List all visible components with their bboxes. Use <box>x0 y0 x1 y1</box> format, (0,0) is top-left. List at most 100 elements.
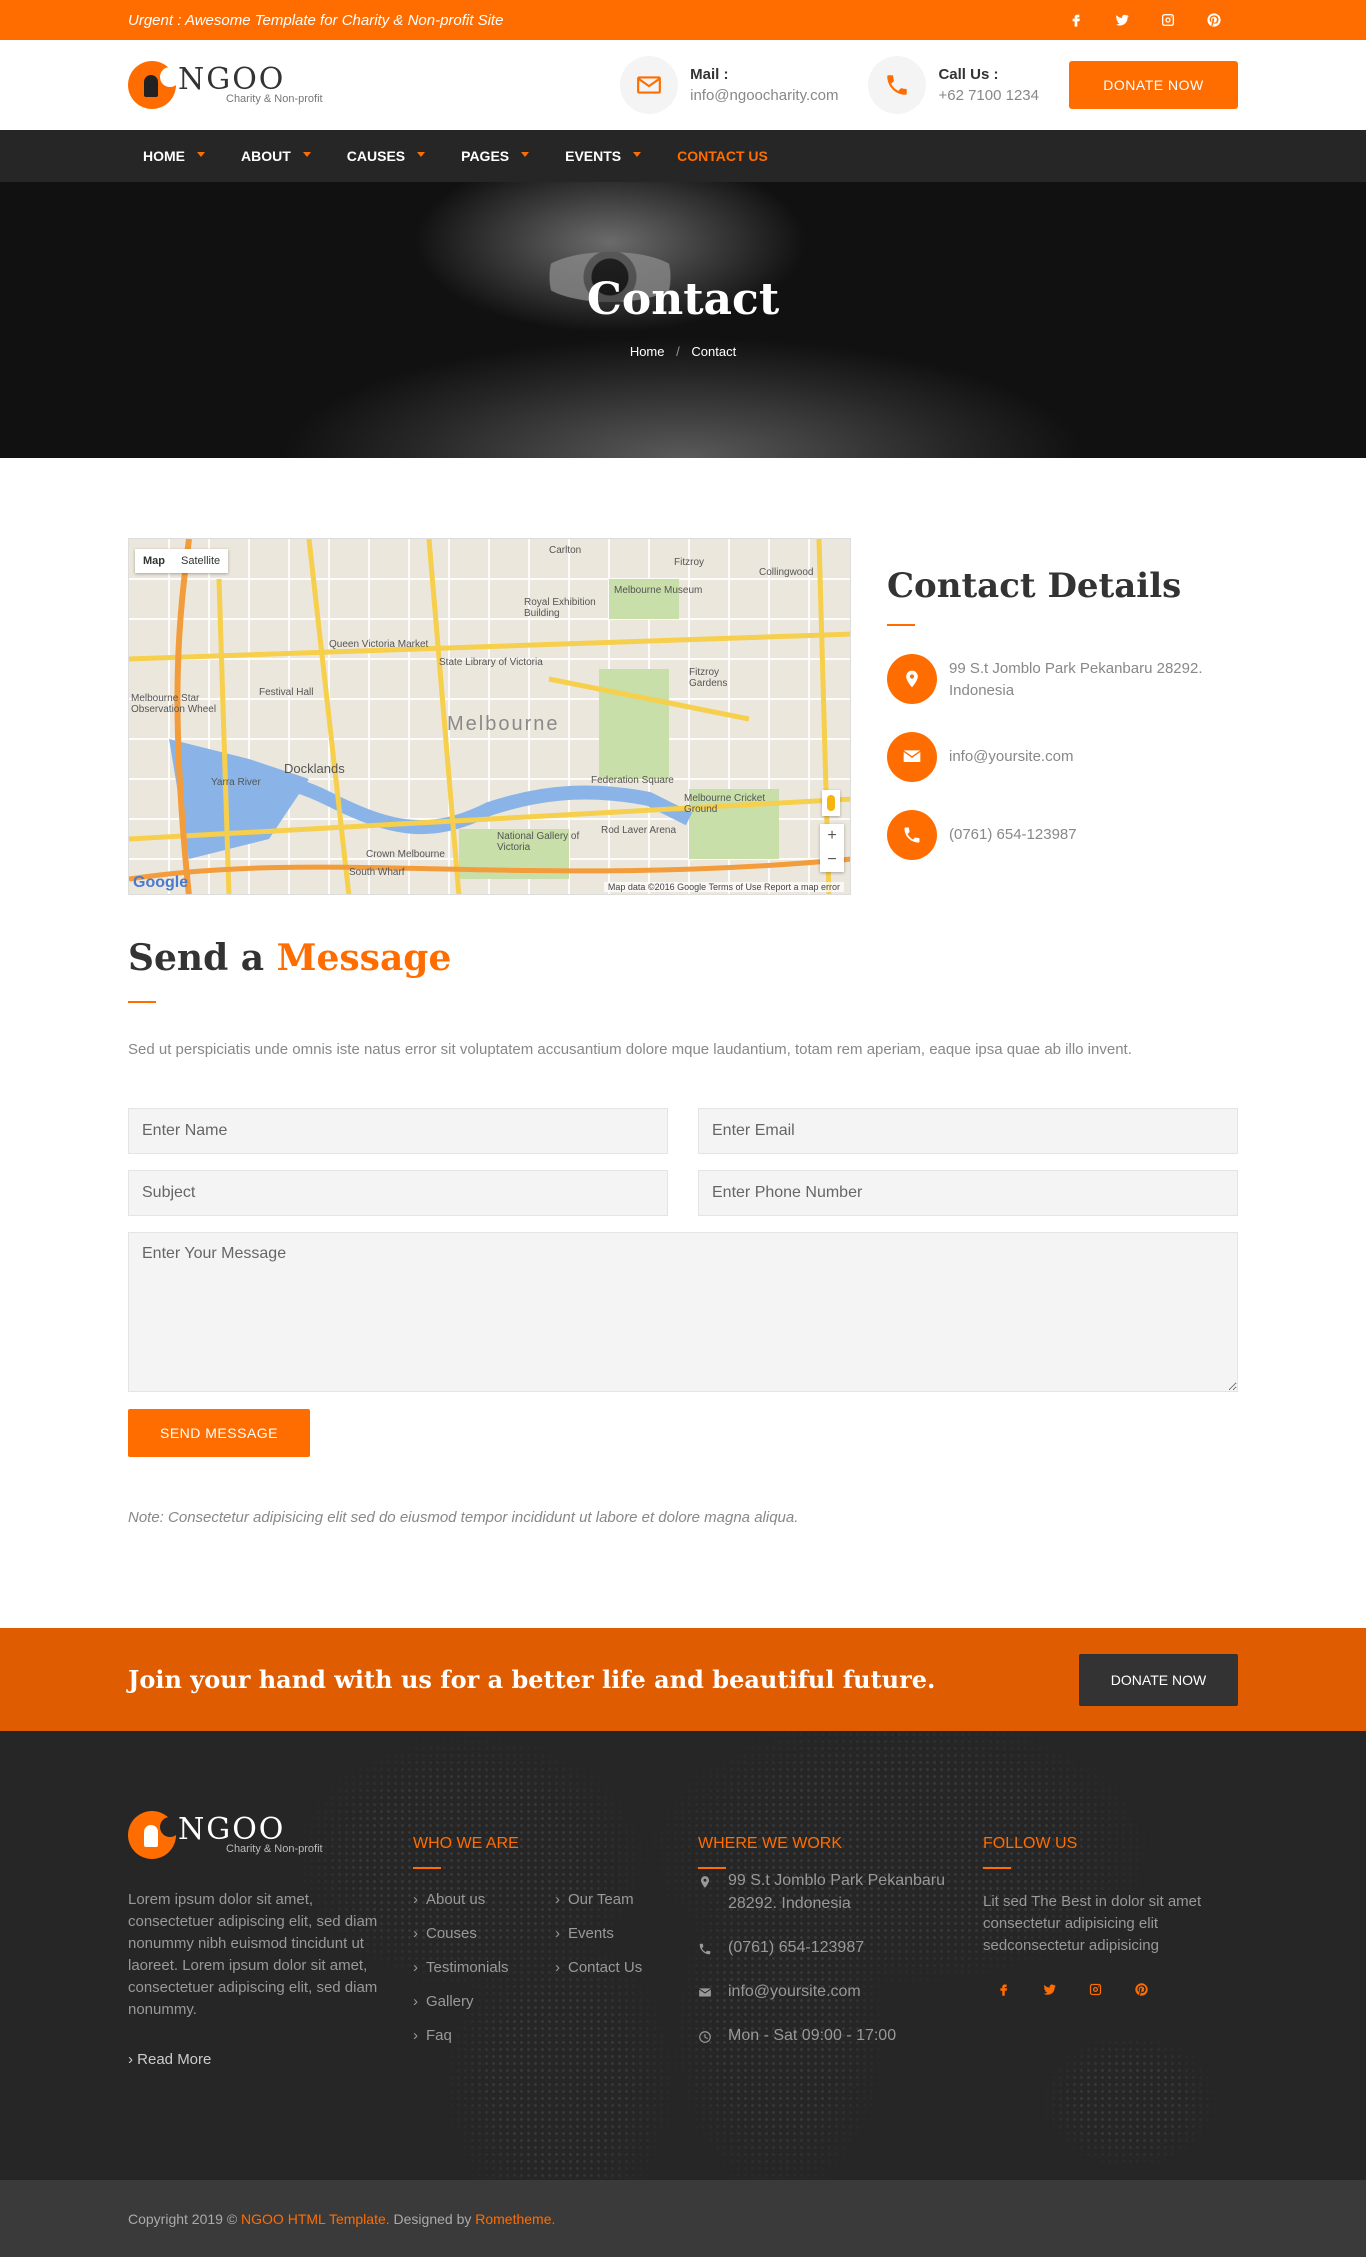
instagram-icon[interactable] <box>1156 8 1180 32</box>
map-label: Royal Exhibition Building <box>524 597 596 619</box>
logo-mark-icon <box>128 61 180 109</box>
breadcrumb: Home / Contact <box>629 344 737 359</box>
cta-text: Join your hand with us for a better life… <box>128 1665 936 1694</box>
send-message-button[interactable]: SEND MESSAGE <box>128 1409 310 1457</box>
brand-name: NGOO <box>178 62 286 97</box>
title-underline <box>887 624 915 626</box>
page-title: Contact <box>586 274 780 325</box>
zoom-out-button[interactable]: − <box>820 848 844 872</box>
caret-down-icon <box>197 151 205 157</box>
map-tab-satellite[interactable]: Satellite <box>173 549 228 573</box>
page-banner: Contact Home / Contact <box>0 182 1366 458</box>
phone-input[interactable] <box>698 1170 1238 1216</box>
map-attribution[interactable]: Map data ©2016 Google Terms of Use Repor… <box>603 882 844 892</box>
facebook-icon[interactable] <box>1064 8 1088 32</box>
designed-by-text: Designed by <box>393 2210 472 2227</box>
breadcrumb-home[interactable]: Home <box>630 344 665 359</box>
map-label: Fitzroy <box>674 557 704 568</box>
pinterest-icon[interactable] <box>1129 1977 1153 2001</box>
contact-email: info@yoursite.com <box>887 732 1238 782</box>
caret-down-icon <box>302 151 311 157</box>
map-label: Crown Melbourne <box>366 849 445 860</box>
footer-link-gallery[interactable]: Gallery <box>413 1993 555 2010</box>
map-label: Festival Hall <box>259 687 314 698</box>
send-message-section: Send a Message Sed ut perspiciatis unde … <box>128 937 1238 1526</box>
map-label: Docklands <box>284 761 345 776</box>
footer-link-about-us[interactable]: About us <box>413 1891 555 1908</box>
footer-link-contact-us[interactable]: Contact Us <box>555 1959 697 1976</box>
read-more-link[interactable]: › Read More <box>128 2051 413 2068</box>
follow-us-heading: FOLLOW US <box>983 1835 1078 1852</box>
cta-donate-button[interactable]: DONATE NOW <box>1079 1653 1238 1706</box>
send-message-title: Send a Message <box>128 937 452 979</box>
site-logo[interactable]: NGOO Charity & Non-profit <box>128 61 323 109</box>
map-label: Federation Square <box>591 775 674 786</box>
footer-link-testimonials[interactable]: Testimonials <box>413 1959 555 1976</box>
footer-logo[interactable]: NGOO Charity & Non-profit <box>128 1811 413 1859</box>
footer-links: About us Couses Testimonials Gallery Faq… <box>413 1891 698 2061</box>
site-header: NGOO Charity & Non-profit Mail : info@ng… <box>0 40 1366 130</box>
footer-link-events[interactable]: Events <box>555 1925 697 1942</box>
map-marker-icon <box>698 1873 712 1887</box>
google-logo: Google <box>133 874 189 891</box>
zoom-in-button[interactable]: + <box>820 824 844 848</box>
map-label: Rod Laver Arena <box>601 825 677 836</box>
mail-icon <box>620 56 679 114</box>
map-city-label: Melbourne <box>447 713 560 735</box>
instagram-icon[interactable] <box>1083 1977 1107 2001</box>
message-textarea[interactable] <box>128 1232 1238 1392</box>
contact-address: 99 S.t Jomblo Park Pekanbaru 28292. Indo… <box>887 654 1238 704</box>
template-link[interactable]: NGOO HTML Template. <box>241 2211 390 2227</box>
map-label: Queen Victoria Market <box>329 639 429 650</box>
footer-brand-tagline: Charity & Non-profit <box>226 1843 323 1855</box>
contact-form: SEND MESSAGE <box>128 1108 1238 1457</box>
footer-social-links <box>991 1977 1238 2001</box>
google-map[interactable]: Map Satellite Melbourne Carlton Fitzroy … <box>128 538 851 895</box>
twitter-icon[interactable] <box>1110 8 1134 32</box>
envelope-icon <box>698 1984 712 1998</box>
follow-us-text: Lit sed The Best in dolor sit amet conse… <box>983 1893 1202 1954</box>
footer-link-faq[interactable]: Faq <box>413 2027 555 2044</box>
clock-icon <box>698 2028 712 2042</box>
copyright-text: Copyright 2019 © <box>128 2210 238 2227</box>
street-view-icon[interactable] <box>822 790 840 816</box>
footer-email: info@yoursite.com <box>698 1980 983 2003</box>
footer-hours: Mon - Sat 09:00 - 17:00 <box>698 2024 983 2047</box>
subject-input[interactable] <box>128 1170 668 1216</box>
nav-item-causes[interactable]: CAUSES <box>347 148 426 164</box>
nav-item-about[interactable]: ABOUT <box>241 148 311 164</box>
footer-phone: (0761) 654-123987 <box>698 1936 983 1959</box>
heading-underline <box>413 1867 441 1869</box>
nav-item-home[interactable]: HOME <box>143 148 205 164</box>
nav-item-pages[interactable]: PAGES <box>461 148 530 164</box>
map-label: National Gallery of Victoria <box>497 831 580 853</box>
contact-phone: (0761) 654-123987 <box>887 810 1238 860</box>
map-label: Carlton <box>549 545 582 556</box>
cta-banner: Join your hand with us for a better life… <box>0 1628 1366 1731</box>
facebook-icon[interactable] <box>991 1977 1015 2001</box>
map-label: State Library of Victoria <box>439 657 543 668</box>
map-label: Melbourne Museum <box>614 585 703 596</box>
footer-link-our-team[interactable]: Our Team <box>555 1891 697 1908</box>
pinterest-icon[interactable] <box>1202 8 1226 32</box>
map-tab-map[interactable]: Map <box>135 549 173 573</box>
map-marker-icon <box>887 654 937 704</box>
map-label: Collingwood <box>759 567 814 578</box>
contact-details: Contact Details 99 S.t Jomblo Park Pekan… <box>887 538 1238 895</box>
map-label: South Wharf <box>349 867 405 878</box>
nav-item-contact-us[interactable]: CONTACT US <box>677 148 768 164</box>
nav-item-events[interactable]: EVENTS <box>565 148 642 164</box>
phone-icon <box>868 56 927 114</box>
caret-down-icon <box>633 151 642 157</box>
name-input[interactable] <box>128 1108 668 1154</box>
footer-link-couses[interactable]: Couses <box>413 1925 555 1942</box>
call-label: Call Us : <box>938 66 999 83</box>
author-link[interactable]: Rometheme. <box>475 2211 555 2227</box>
email-input[interactable] <box>698 1108 1238 1154</box>
donate-now-button[interactable]: DONATE NOW <box>1069 61 1238 109</box>
main-nav: HOME ABOUT CAUSES PAGES EVENTS CONTACT U… <box>0 130 1366 182</box>
footer-address: 99 S.t Jomblo Park Pekanbaru 28292. Indo… <box>698 1869 983 1915</box>
site-footer: NGOO Charity & Non-profit Lorem ipsum do… <box>0 1731 1366 2180</box>
contact-details-title: Contact Details <box>887 566 1182 606</box>
twitter-icon[interactable] <box>1037 1977 1061 2001</box>
